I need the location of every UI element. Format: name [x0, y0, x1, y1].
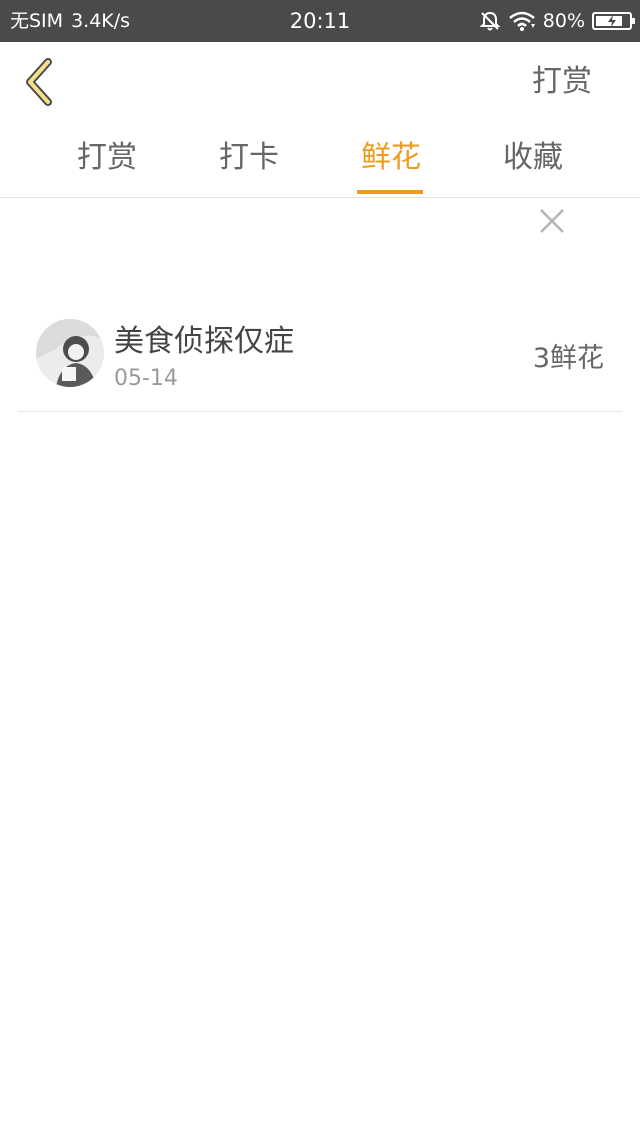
- tab-flowers[interactable]: 鲜花: [320, 122, 462, 198]
- flower-count: 3鲜花: [532, 343, 604, 374]
- tab-label: 鲜花: [361, 140, 421, 175]
- tab-label: 打卡: [219, 140, 279, 175]
- tab-bar: 打赏 打卡 鲜花 收藏: [0, 122, 640, 198]
- avatar[interactable]: [36, 319, 104, 387]
- chevron-left-icon: [26, 58, 52, 106]
- tab-label: 打赏: [77, 140, 137, 175]
- user-name: 美食侦探仅症: [114, 324, 294, 359]
- bell-muted-icon: [479, 10, 501, 32]
- close-button[interactable]: [538, 207, 566, 235]
- close-icon: [540, 209, 564, 233]
- reward-action-button[interactable]: 打赏: [532, 42, 592, 122]
- battery-charging-icon: [592, 12, 635, 30]
- tab-checkin[interactable]: 打卡: [178, 122, 320, 198]
- nav-bar: 打赏: [0, 42, 640, 122]
- item-date: 05-14: [114, 366, 178, 391]
- wifi-icon: [508, 10, 536, 32]
- flower-list: 美食侦探仅症 05-14 3鲜花: [18, 290, 622, 412]
- tab-label: 收藏: [503, 140, 563, 175]
- tab-favorites[interactable]: 收藏: [462, 122, 604, 198]
- status-right: 80%: [479, 0, 635, 42]
- tab-reward[interactable]: 打赏: [36, 122, 178, 198]
- battery-text: 80%: [542, 10, 585, 32]
- active-tab-indicator: [357, 190, 423, 194]
- status-bar: 无SIM 3.4K/s 20:11 80%: [0, 0, 640, 42]
- back-button[interactable]: [22, 58, 62, 106]
- list-item[interactable]: 美食侦探仅症 05-14 3鲜花: [18, 290, 622, 412]
